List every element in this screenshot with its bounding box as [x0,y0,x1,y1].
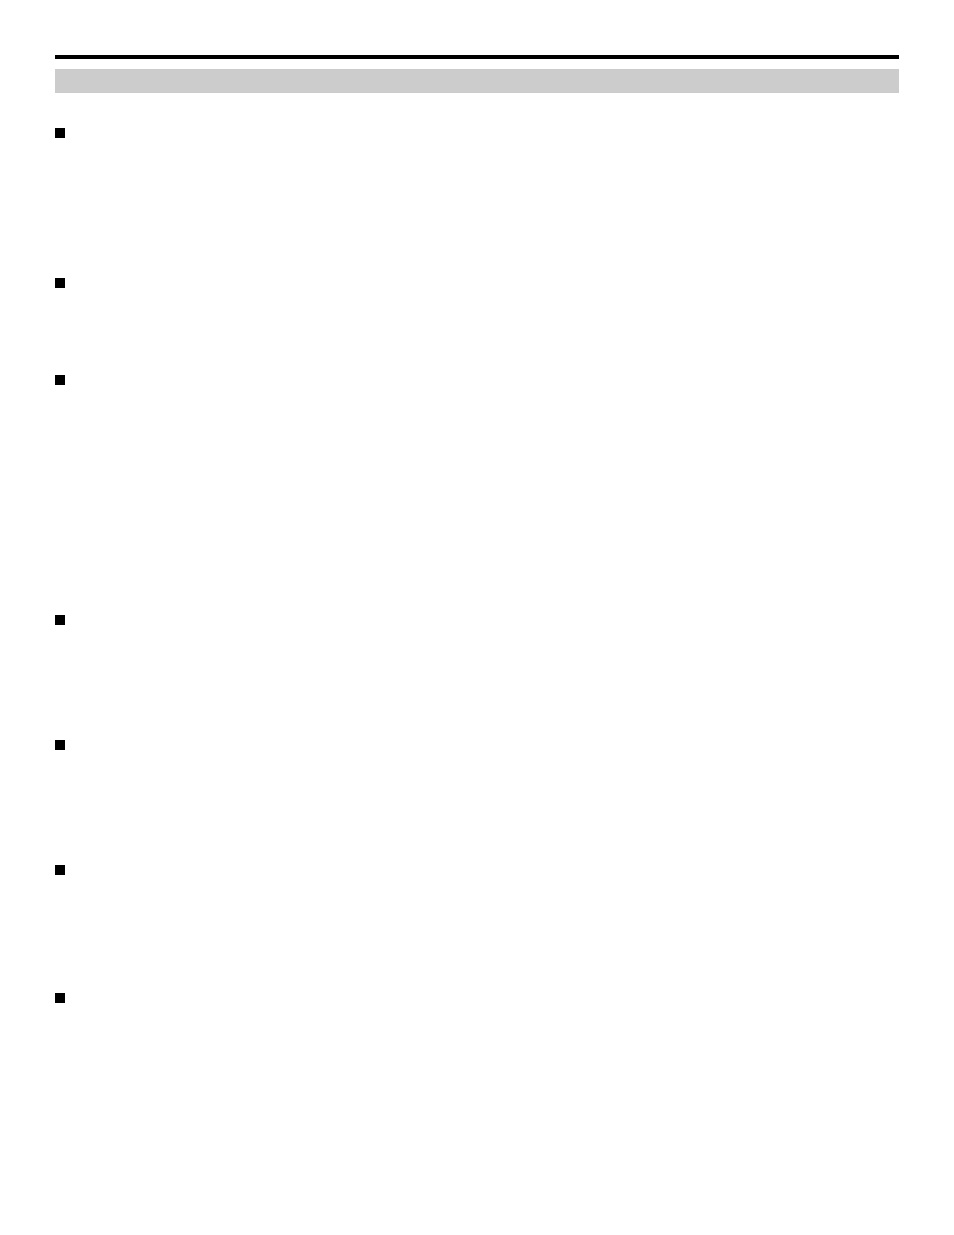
top-rule [55,55,899,59]
bullet-icon [55,278,65,288]
list-item [55,610,899,630]
header-bar [55,69,899,93]
item-text [89,735,899,755]
item-text [89,370,899,390]
list-item [55,370,899,390]
item-text [89,610,899,630]
list-item [55,735,899,755]
list-item [55,988,899,1008]
item-text [89,860,899,880]
bullet-icon [55,375,65,385]
item-text [89,273,899,293]
list-item [55,123,899,143]
document-page [0,0,954,1235]
bullet-icon [55,128,65,138]
bullet-icon [55,615,65,625]
bullet-icon [55,865,65,875]
bullet-icon [55,740,65,750]
list-item [55,860,899,880]
item-text [89,123,899,143]
list-item [55,273,899,293]
bullet-icon [55,993,65,1003]
item-text [89,988,899,1008]
